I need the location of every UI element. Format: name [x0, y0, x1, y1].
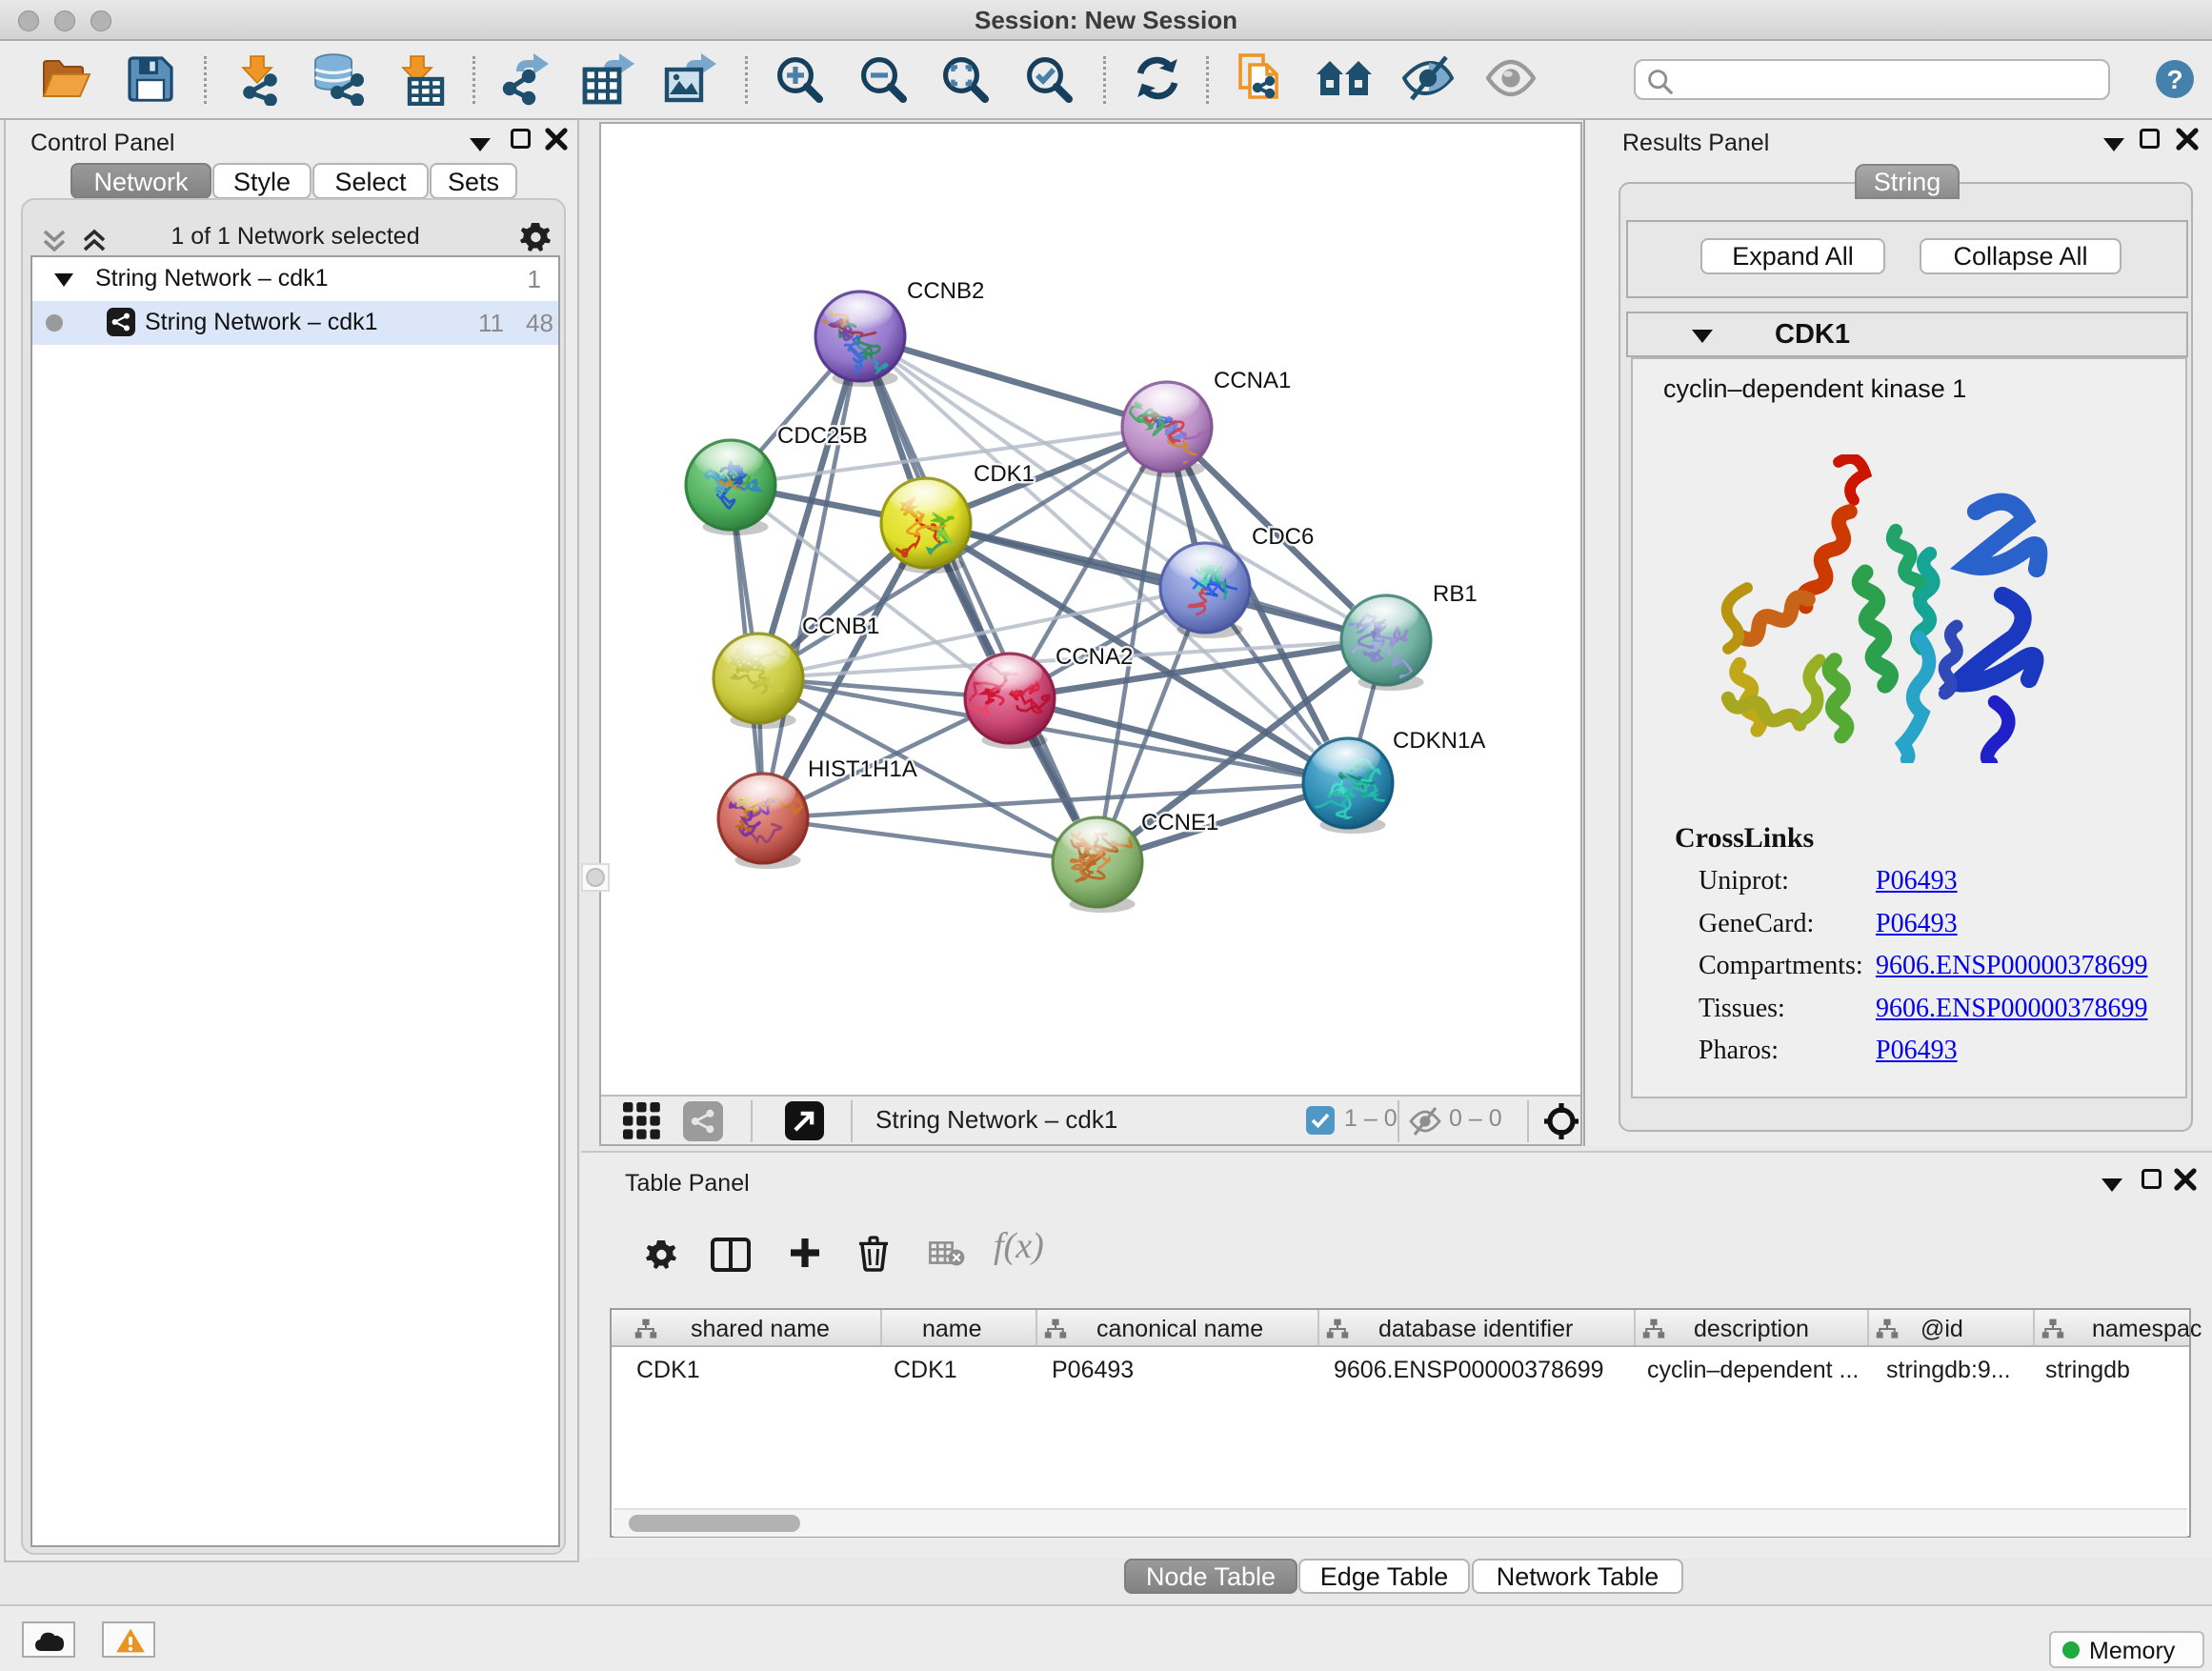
svg-text:CDKN1A: CDKN1A: [1393, 728, 1485, 754]
svg-text:CCNA1: CCNA1: [1214, 368, 1291, 393]
svg-text:CDC25B: CDC25B: [777, 423, 868, 449]
svg-text:HIST1H1A: HIST1H1A: [808, 756, 917, 782]
svg-text:CDK1: CDK1: [974, 461, 1035, 487]
svg-text:CCNB1: CCNB1: [802, 614, 879, 639]
svg-text:CCNB2: CCNB2: [907, 278, 984, 304]
svg-text:RB1: RB1: [1433, 581, 1478, 607]
svg-text:CCNE1: CCNE1: [1141, 810, 1218, 836]
svg-text:?: ?: [2166, 65, 2182, 94]
svg-text:CDC6: CDC6: [1252, 524, 1314, 550]
svg-text:CCNA2: CCNA2: [1056, 644, 1133, 670]
